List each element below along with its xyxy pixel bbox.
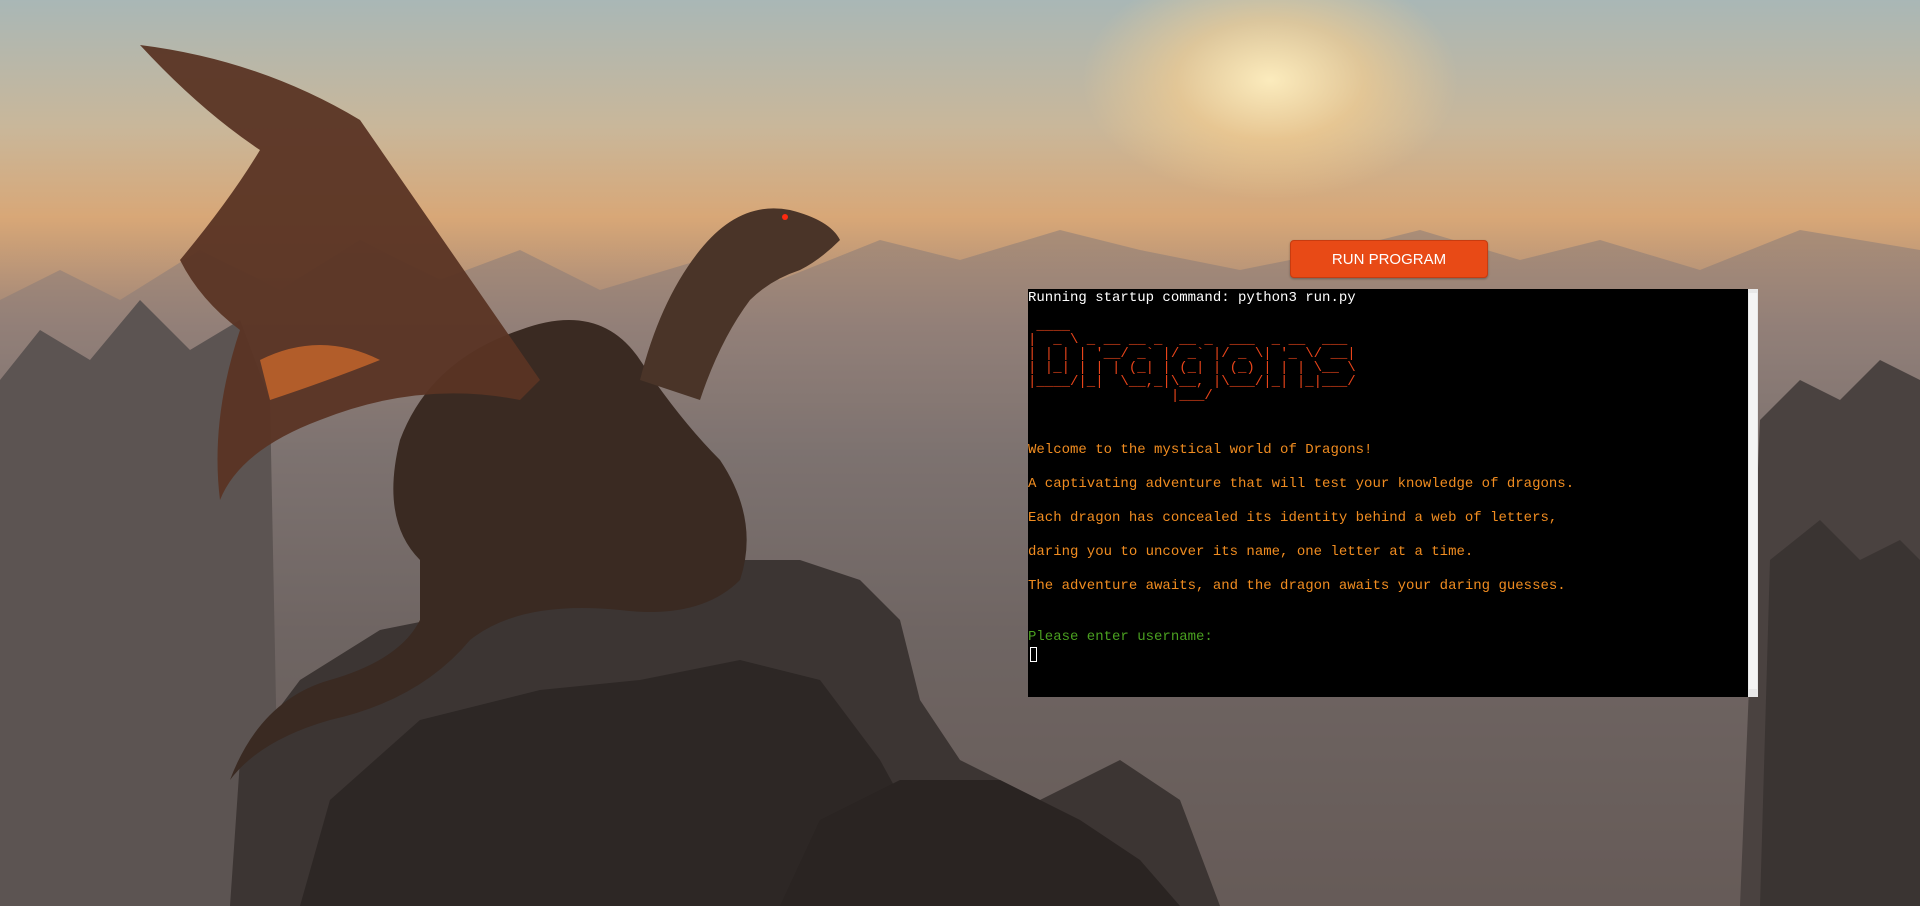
scrollbar-thumb[interactable]	[1749, 293, 1757, 689]
intro-line-5: The adventure awaits, and the dragon awa…	[1028, 578, 1566, 594]
intro-line-2: A captivating adventure that will test y…	[1028, 476, 1575, 492]
run-program-button[interactable]: RUN PROGRAM	[1290, 240, 1488, 278]
username-prompt: Please enter username:	[1028, 629, 1213, 645]
terminal-window[interactable]: Running startup command: python3 run.py …	[1028, 289, 1758, 697]
intro-line-3: Each dragon has concealed its identity b…	[1028, 510, 1558, 526]
dragons-ascii-title: ____ | _ \ _ __ __ _ __ _ ___ _ __ ___ |…	[1028, 318, 1356, 404]
terminal-output[interactable]: Running startup command: python3 run.py …	[1028, 289, 1748, 697]
startup-command-line: Running startup command: python3 run.py	[1028, 290, 1356, 306]
welcome-line: Welcome to the mystical world of Dragons…	[1028, 442, 1373, 458]
text-cursor[interactable]	[1030, 647, 1037, 662]
intro-line-4: daring you to uncover its name, one lett…	[1028, 544, 1474, 560]
terminal-scrollbar[interactable]	[1748, 289, 1758, 697]
